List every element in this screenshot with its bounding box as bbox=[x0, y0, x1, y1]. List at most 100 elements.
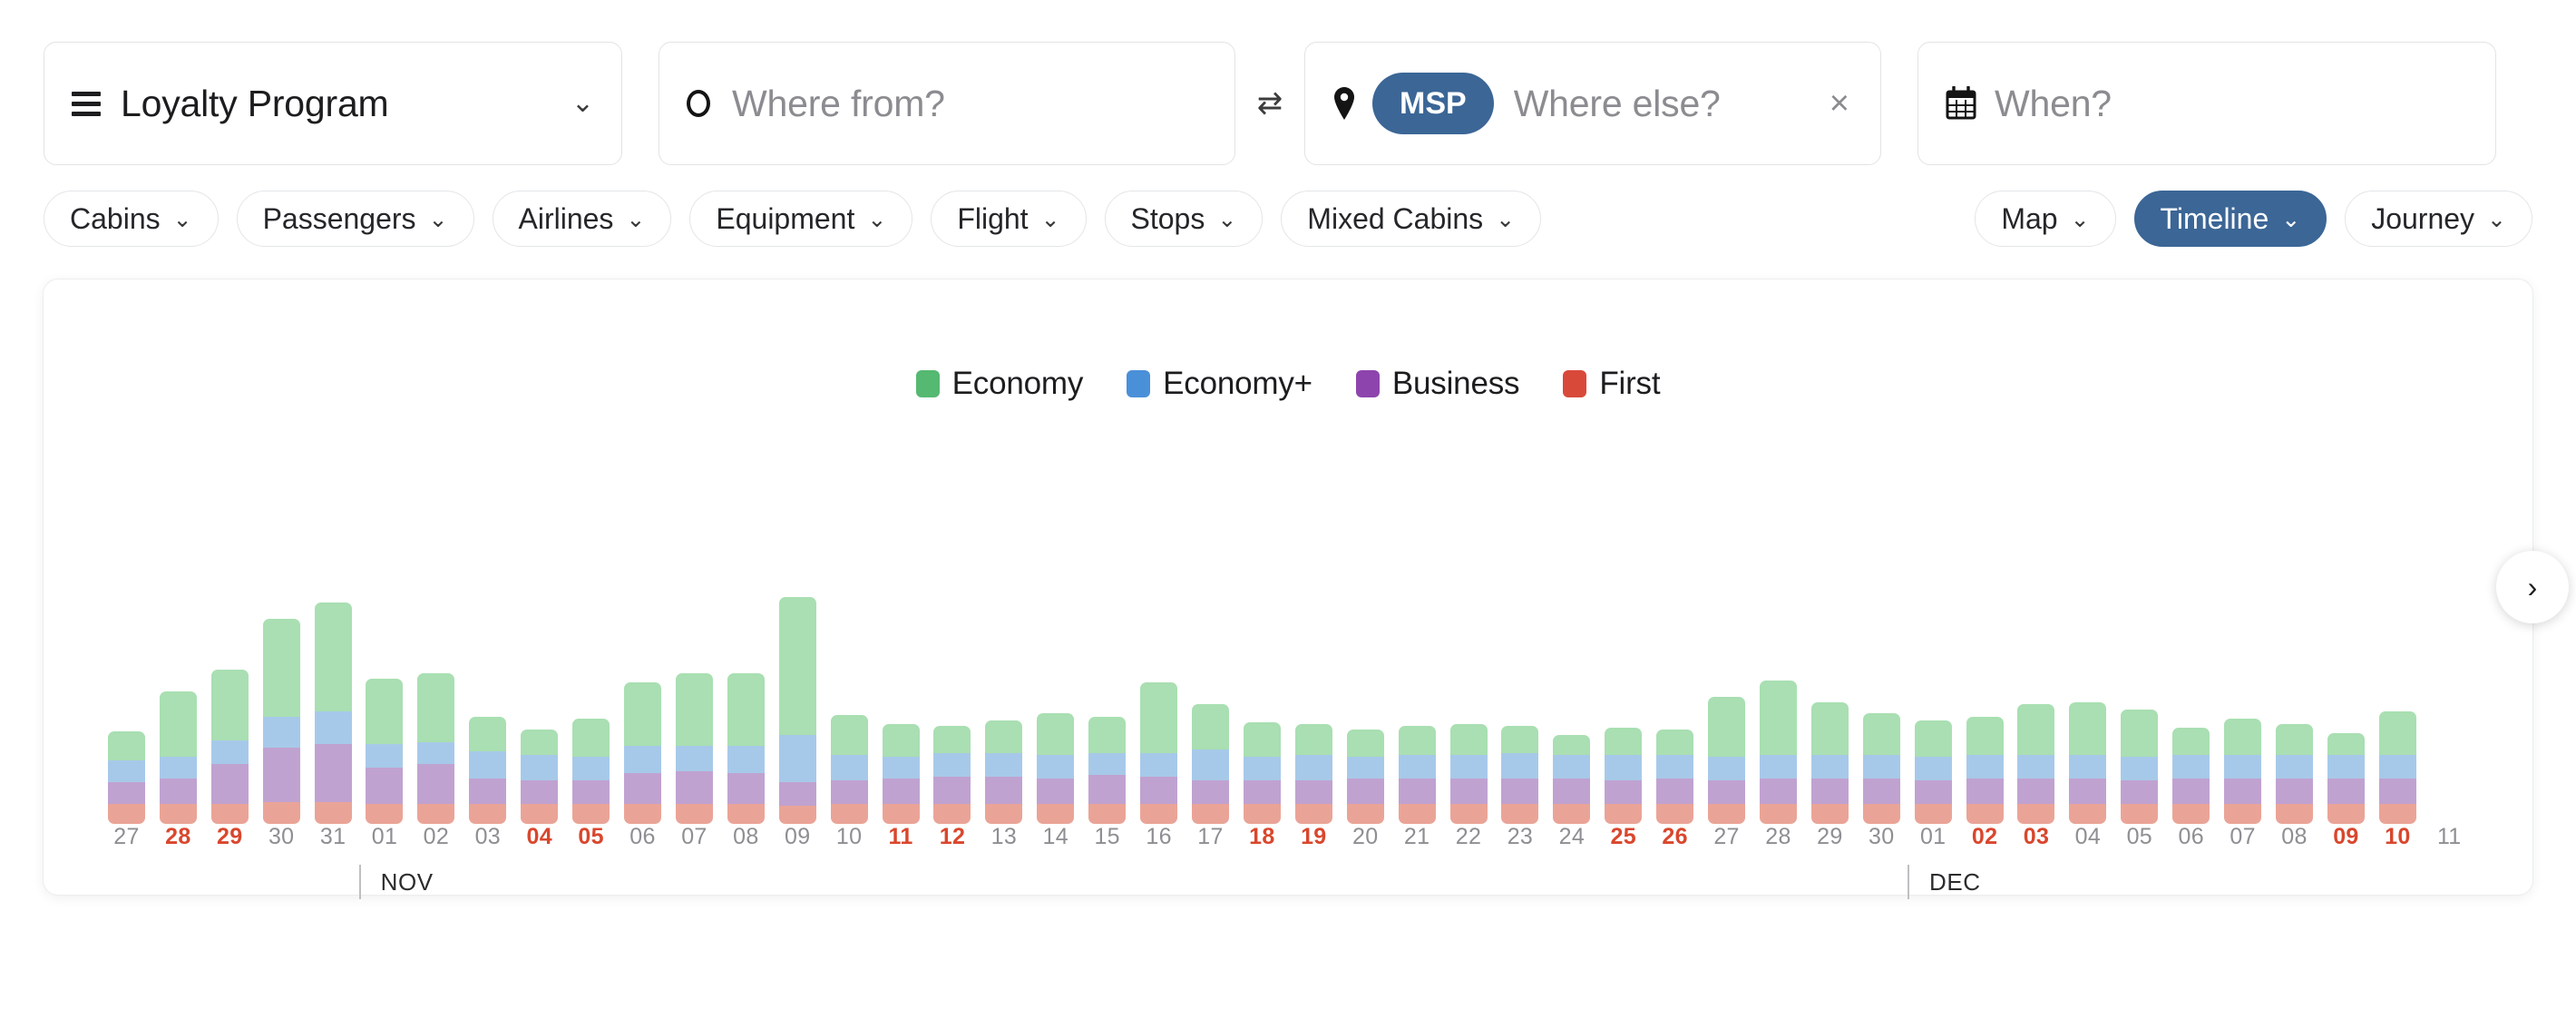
chart-bar-column[interactable] bbox=[824, 597, 875, 824]
chart-bar[interactable] bbox=[1243, 722, 1281, 824]
chart-bar-column[interactable] bbox=[1546, 597, 1597, 824]
chart-bar[interactable] bbox=[2378, 711, 2416, 824]
chart-bar[interactable] bbox=[469, 717, 507, 824]
chart-bar[interactable] bbox=[1191, 704, 1229, 824]
chart-bar-column[interactable] bbox=[1959, 597, 2011, 824]
chart-bar-column[interactable] bbox=[2062, 597, 2113, 824]
chart-bar[interactable] bbox=[210, 670, 249, 824]
filter-chip-cabins[interactable]: Cabins ⌄ bbox=[44, 191, 219, 247]
chart-bar[interactable] bbox=[2069, 702, 2107, 824]
legend-item-economy-plus[interactable]: Economy+ bbox=[1127, 366, 1312, 402]
chart-bar[interactable] bbox=[417, 673, 455, 824]
chart-bar-column[interactable] bbox=[1494, 597, 1546, 824]
chart-bar[interactable] bbox=[2017, 704, 2055, 824]
filter-chip-airlines[interactable]: Airlines ⌄ bbox=[492, 191, 672, 247]
close-icon[interactable]: × bbox=[1830, 86, 1849, 121]
chart-bar[interactable] bbox=[675, 673, 713, 824]
chart-bar[interactable] bbox=[521, 730, 559, 824]
chart-bar-column[interactable] bbox=[513, 597, 565, 824]
origin-field[interactable]: Where from? bbox=[659, 42, 1235, 165]
chart-bar[interactable] bbox=[1914, 720, 1952, 824]
chart-bar[interactable] bbox=[107, 731, 145, 824]
destination-code-chip[interactable]: MSP bbox=[1372, 73, 1494, 134]
chart-bar-column[interactable] bbox=[1649, 597, 1701, 824]
chart-bar[interactable] bbox=[1759, 681, 1797, 824]
filter-chip-map[interactable]: Map ⌄ bbox=[1975, 191, 2116, 247]
chart-bar-column[interactable] bbox=[1340, 597, 1391, 824]
chart-bar[interactable] bbox=[778, 597, 816, 824]
chart-bar-column[interactable] bbox=[1597, 597, 1649, 824]
chart-bar[interactable] bbox=[1140, 682, 1178, 824]
chart-bar-column[interactable] bbox=[978, 597, 1029, 824]
chart-bar-column[interactable] bbox=[2165, 597, 2217, 824]
filter-chip-journey[interactable]: Journey ⌄ bbox=[2345, 191, 2532, 247]
chart-bar[interactable] bbox=[1501, 726, 1539, 824]
chart-bar[interactable] bbox=[159, 691, 197, 824]
chart-bar-column[interactable] bbox=[927, 597, 979, 824]
filter-chip-equipment[interactable]: Equipment ⌄ bbox=[689, 191, 913, 247]
filter-chip-stops[interactable]: Stops ⌄ bbox=[1104, 191, 1264, 247]
chart-bar-column[interactable] bbox=[1081, 597, 1133, 824]
chart-bar[interactable] bbox=[1346, 730, 1384, 824]
chart-bar-column[interactable] bbox=[1701, 597, 1752, 824]
chart-bar[interactable] bbox=[572, 719, 610, 824]
chart-bar-column[interactable] bbox=[565, 597, 617, 824]
chart-bar-column[interactable] bbox=[2011, 597, 2063, 824]
chart-bar-column[interactable] bbox=[1804, 597, 1856, 824]
chart-bar-column[interactable] bbox=[2269, 597, 2320, 824]
chart-bar-column[interactable] bbox=[1133, 597, 1185, 824]
next-page-button[interactable]: › bbox=[2496, 551, 2569, 623]
chart-bar-column[interactable] bbox=[875, 597, 927, 824]
chart-bar[interactable] bbox=[985, 720, 1023, 824]
chart-bar[interactable] bbox=[1294, 724, 1332, 824]
chart-bar-column[interactable] bbox=[668, 597, 720, 824]
chart-bar-column[interactable] bbox=[1908, 597, 1959, 824]
chart-bar[interactable] bbox=[1037, 713, 1075, 824]
chart-bar-column[interactable] bbox=[2217, 597, 2269, 824]
chart-bar-column[interactable] bbox=[1029, 597, 1081, 824]
chart-bar-column[interactable] bbox=[410, 597, 462, 824]
chart-bar[interactable] bbox=[2121, 710, 2159, 824]
chart-bar-column[interactable] bbox=[204, 597, 256, 824]
chart-bar[interactable] bbox=[1656, 730, 1694, 824]
chart-bar[interactable] bbox=[624, 682, 662, 824]
chart-bar-column[interactable] bbox=[1288, 597, 1340, 824]
destination-field[interactable]: MSP Where else? × bbox=[1304, 42, 1881, 165]
chart-bar[interactable] bbox=[2172, 728, 2210, 824]
chart-bar-column[interactable] bbox=[617, 597, 668, 824]
chart-bar[interactable] bbox=[933, 726, 971, 824]
chart-bar[interactable] bbox=[262, 619, 300, 824]
legend-item-economy[interactable]: Economy bbox=[915, 366, 1083, 402]
chart-bar-column[interactable] bbox=[1752, 597, 1804, 824]
chart-bar-column[interactable] bbox=[2372, 597, 2424, 824]
chart-bar[interactable] bbox=[882, 724, 920, 824]
chart-bar[interactable] bbox=[1810, 702, 1849, 824]
filter-chip-timeline[interactable]: Timeline ⌄ bbox=[2133, 191, 2327, 247]
chart-bar-column[interactable] bbox=[101, 597, 152, 824]
chart-bar[interactable] bbox=[2276, 724, 2314, 824]
chart-bar[interactable] bbox=[2224, 719, 2262, 824]
chart-bar-column[interactable] bbox=[2424, 597, 2475, 824]
legend-item-first[interactable]: First bbox=[1563, 366, 1661, 402]
loyalty-program-selector[interactable]: Loyalty Program ⌄ bbox=[44, 42, 622, 165]
chart-bar-column[interactable] bbox=[720, 597, 772, 824]
chart-bar-column[interactable] bbox=[359, 597, 411, 824]
chart-bar[interactable] bbox=[1088, 717, 1127, 824]
chart-bar-column[interactable] bbox=[462, 597, 513, 824]
chart-bar[interactable] bbox=[1605, 728, 1643, 824]
chart-bar-column[interactable] bbox=[1443, 597, 1495, 824]
chart-bar-column[interactable] bbox=[1185, 597, 1236, 824]
chart-bar-column[interactable] bbox=[1391, 597, 1443, 824]
chart-bar-column[interactable] bbox=[307, 597, 359, 824]
chart-bar[interactable] bbox=[1553, 735, 1591, 824]
filter-chip-passengers[interactable]: Passengers ⌄ bbox=[236, 191, 474, 247]
date-field[interactable]: When? bbox=[1917, 42, 2496, 165]
chart-bar-column[interactable] bbox=[152, 597, 204, 824]
chart-bar[interactable] bbox=[1966, 717, 2004, 824]
chart-bar-column[interactable] bbox=[1236, 597, 1288, 824]
chart-bar-column[interactable] bbox=[772, 597, 824, 824]
chart-bar[interactable] bbox=[366, 679, 404, 824]
chart-bar[interactable] bbox=[1398, 726, 1436, 824]
chart-bar[interactable] bbox=[830, 715, 868, 824]
chart-bar-column[interactable] bbox=[2113, 597, 2165, 824]
